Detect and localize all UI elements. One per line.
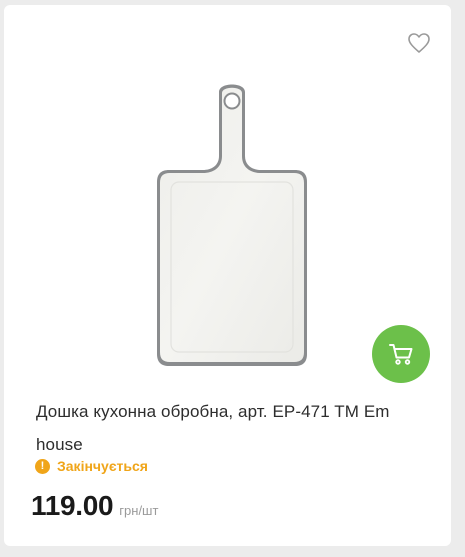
product-price: 119.00 (31, 490, 114, 521)
price-unit: грн/шт (119, 503, 159, 518)
product-image[interactable] (149, 78, 314, 373)
stock-status: ! Закінчується (35, 458, 148, 474)
exclamation-circle-icon: ! (35, 458, 50, 474)
wishlist-button[interactable] (407, 32, 431, 54)
heart-outline-icon (408, 33, 430, 53)
add-to-cart-button[interactable] (372, 325, 430, 383)
cart-icon (389, 344, 413, 365)
cutting-board-image (157, 84, 307, 366)
product-title[interactable]: Дошка кухонна обробна, арт. EP-471 TM Em… (36, 395, 436, 461)
price-block: 119.00 грн/шт (31, 490, 158, 522)
product-card[interactable]: Дошка кухонна обробна, арт. EP-471 TM Em… (4, 5, 451, 546)
stock-status-label: Закінчується (57, 458, 148, 474)
